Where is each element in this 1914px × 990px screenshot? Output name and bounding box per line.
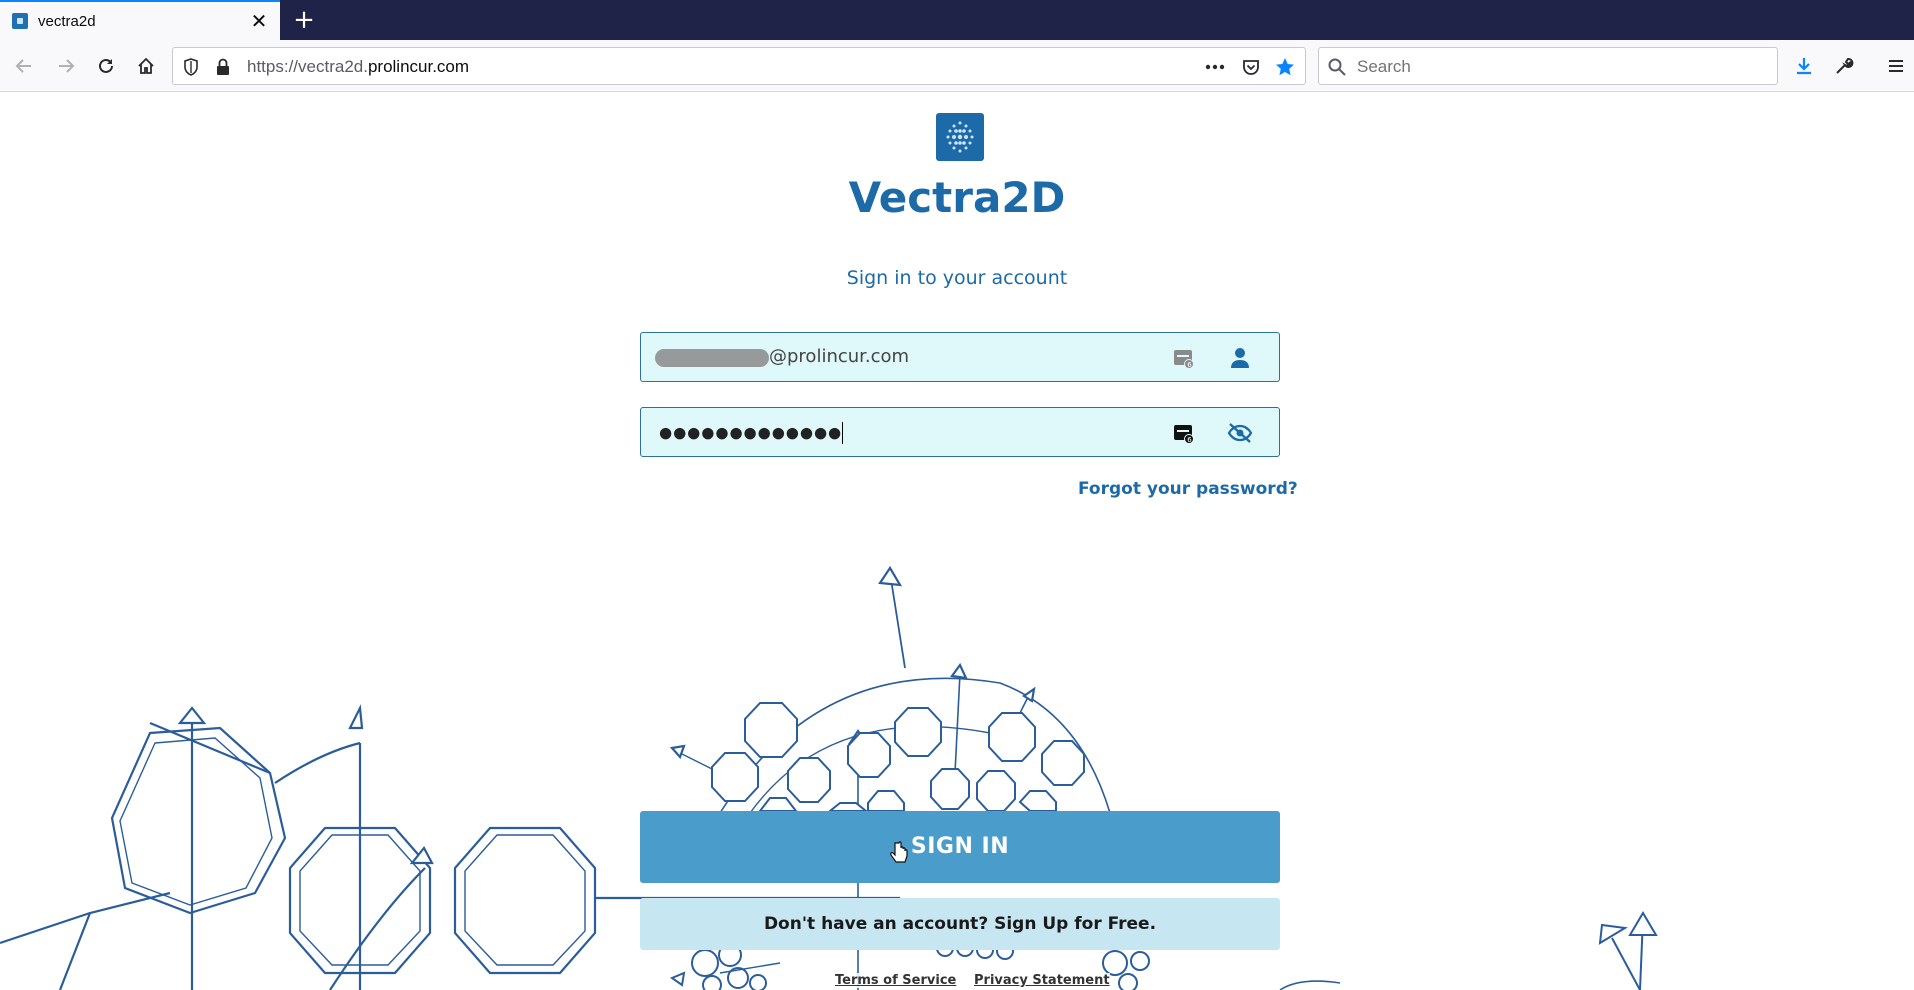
password-field[interactable]: ●●●●●●●●●●●●● 6 xyxy=(640,407,1280,457)
arrow-right-icon xyxy=(59,59,75,73)
search-icon xyxy=(1327,57,1347,77)
brand-title: Vectra2D xyxy=(848,173,1066,222)
tools-button[interactable] xyxy=(1828,50,1860,82)
password-manager-icon[interactable]: 6 xyxy=(1171,420,1197,446)
wrench-icon xyxy=(1836,58,1854,74)
reload-icon xyxy=(99,58,113,73)
email-field[interactable]: @prolincur.com 6 xyxy=(640,332,1280,382)
download-icon xyxy=(1797,58,1811,75)
hamburger-icon xyxy=(1889,60,1903,72)
address-bar[interactable]: https://vectra2d.prolincur.com xyxy=(172,47,1306,85)
forward-button[interactable] xyxy=(50,50,82,82)
vectra2d-logo-icon xyxy=(936,113,984,161)
login-page: Vectra2D Sign in to your account @prolin… xyxy=(0,93,1914,990)
tab-title: vectra2d xyxy=(38,12,96,30)
svg-text:6: 6 xyxy=(1187,361,1192,369)
terms-link[interactable]: Terms of Service xyxy=(835,973,957,988)
arrow-left-icon xyxy=(15,59,31,73)
lock-icon[interactable] xyxy=(213,57,233,77)
close-tab-icon[interactable]: ✕ xyxy=(248,10,270,32)
redacted-username xyxy=(655,349,769,367)
sign-up-link[interactable]: Don't have an account? Sign Up for Free. xyxy=(640,898,1280,950)
browser-tab-active[interactable]: vectra2d ✕ xyxy=(0,0,280,40)
pocket-icon[interactable] xyxy=(1241,57,1261,77)
tab-strip: vectra2d ✕ + xyxy=(0,0,1914,40)
user-icon xyxy=(1227,345,1253,371)
reload-button[interactable] xyxy=(90,50,122,82)
page-subtitle: Sign in to your account xyxy=(846,267,1068,289)
new-tab-button[interactable]: + xyxy=(288,4,320,36)
email-value: @prolincur.com xyxy=(769,346,910,367)
eye-slash-icon[interactable] xyxy=(1227,420,1253,446)
forgot-password-link[interactable]: Forgot your password? xyxy=(1078,479,1298,499)
navigation-toolbar: https://vectra2d.prolincur.com Search xyxy=(0,40,1914,92)
ellipsis-icon[interactable] xyxy=(1205,57,1225,77)
privacy-link[interactable]: Privacy Statement xyxy=(974,973,1110,988)
home-button[interactable] xyxy=(130,50,162,82)
password-value: ●●●●●●●●●●●●● xyxy=(659,422,844,444)
search-placeholder: Search xyxy=(1357,57,1411,76)
menu-button[interactable] xyxy=(1880,50,1912,82)
sign-in-button[interactable]: SIGN IN xyxy=(640,811,1280,883)
vectra2d-favicon-icon xyxy=(12,13,28,29)
back-button[interactable] xyxy=(8,50,40,82)
hand-cursor-icon xyxy=(890,841,908,863)
search-bar[interactable]: Search xyxy=(1318,47,1778,85)
password-manager-icon[interactable]: 6 xyxy=(1171,345,1197,371)
shield-icon[interactable] xyxy=(181,57,201,77)
star-icon[interactable] xyxy=(1275,57,1295,77)
downloads-button[interactable] xyxy=(1788,50,1820,82)
svg-text:6: 6 xyxy=(1187,436,1192,444)
home-icon xyxy=(138,57,154,74)
url-text: https://vectra2d.prolincur.com xyxy=(247,57,470,76)
